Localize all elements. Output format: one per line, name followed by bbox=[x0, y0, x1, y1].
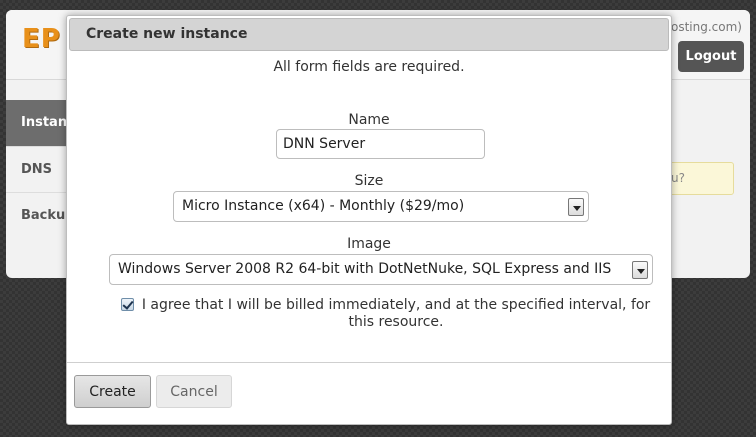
account-email: hosting.com) bbox=[663, 20, 742, 34]
sidebar: Instances DNS Backups bbox=[6, 100, 66, 238]
required-notice: All form fields are required. bbox=[273, 59, 465, 75]
create-button[interactable]: Create bbox=[74, 375, 151, 408]
dropdown-arrow-icon[interactable] bbox=[568, 198, 584, 216]
name-input[interactable] bbox=[276, 129, 485, 159]
image-selected-value: Windows Server 2008 R2 64-bit with DotNe… bbox=[118, 261, 612, 277]
footer-divider bbox=[67, 362, 671, 363]
image-select[interactable]: Windows Server 2008 R2 64-bit with DotNe… bbox=[109, 254, 653, 285]
sidebar-item-backups[interactable]: Backups bbox=[6, 192, 66, 238]
dropdown-arrow-icon[interactable] bbox=[632, 261, 648, 279]
agree-checkbox[interactable] bbox=[121, 298, 134, 311]
sidebar-item-dns[interactable]: DNS bbox=[6, 146, 66, 192]
agree-label: I agree that I will be billed immediatel… bbox=[141, 297, 651, 330]
logout-button[interactable]: Logout bbox=[678, 41, 744, 72]
size-select[interactable]: Micro Instance (x64) - Monthly ($29/mo) bbox=[173, 191, 589, 222]
sidebar-item-instances[interactable]: Instances bbox=[6, 100, 66, 146]
image-label: Image bbox=[347, 236, 391, 252]
name-label: Name bbox=[348, 112, 390, 128]
size-label: Size bbox=[354, 173, 384, 189]
agree-row: I agree that I will be billed immediatel… bbox=[121, 297, 651, 331]
dialog-title: Create new instance bbox=[69, 18, 669, 51]
logo: EP bbox=[22, 24, 61, 54]
hint-box: u? bbox=[664, 162, 734, 195]
cancel-button[interactable]: Cancel bbox=[156, 375, 232, 408]
size-selected-value: Micro Instance (x64) - Monthly ($29/mo) bbox=[182, 198, 465, 214]
create-instance-dialog: Create new instance All form fields are … bbox=[66, 15, 672, 425]
